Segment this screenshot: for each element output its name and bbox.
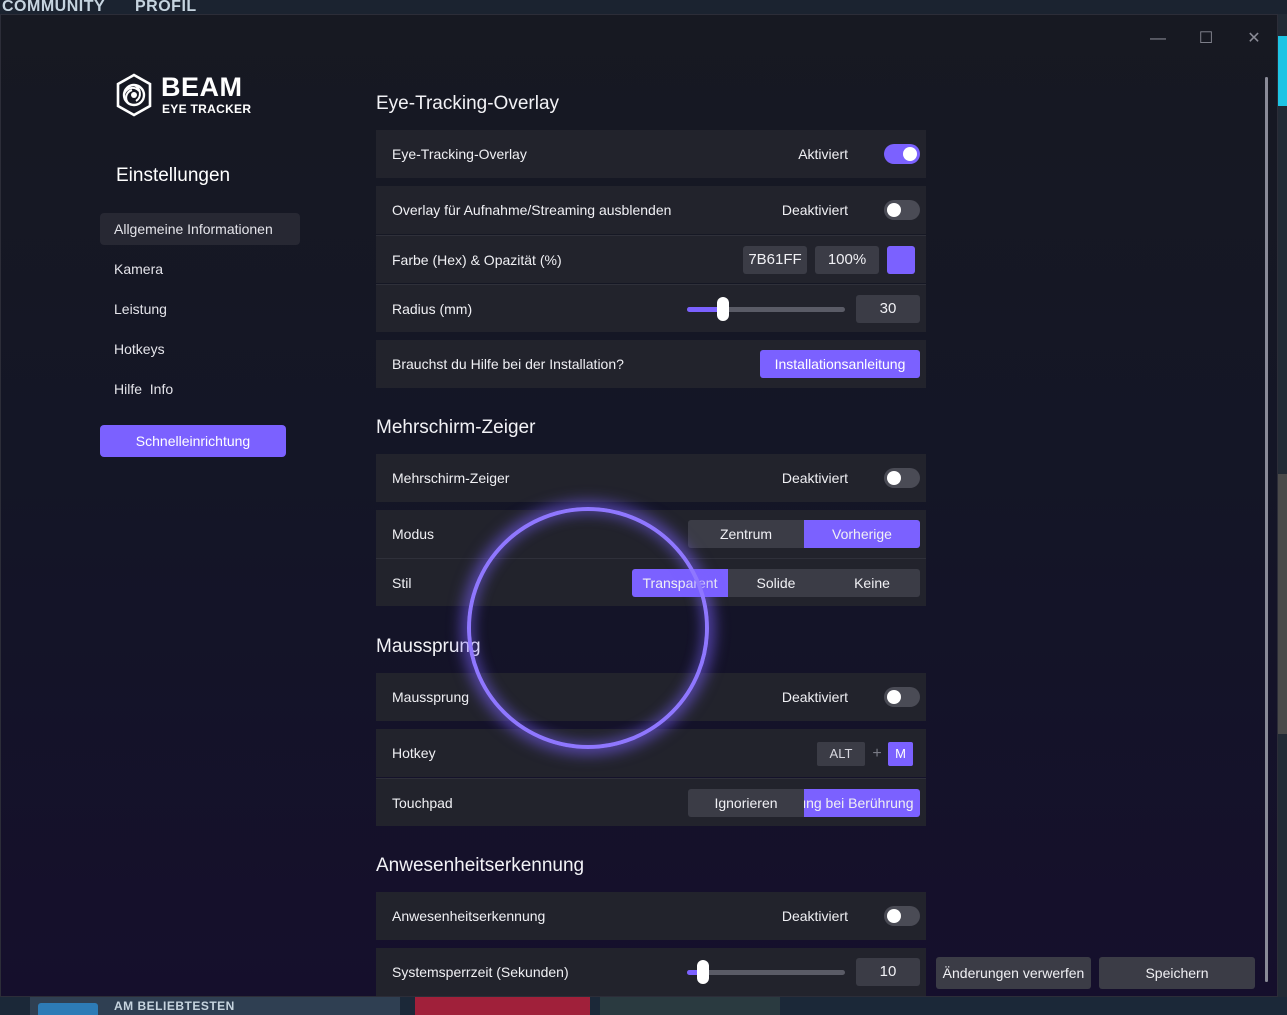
multiscreen-style-label: Stil <box>392 575 412 591</box>
overlay-toggle-switch[interactable] <box>884 144 920 164</box>
lock-time-input[interactable]: 10 <box>856 958 920 986</box>
radius-slider-thumb[interactable] <box>717 297 729 321</box>
quick-setup-button[interactable]: Schnelleinrichtung <box>100 425 286 457</box>
overlay-toggle-status: Aktiviert <box>798 146 848 162</box>
presence-lock-row: Systemsperrzeit (Sekunden) 10 <box>376 948 926 996</box>
style-option-solid[interactable]: Solide <box>728 569 824 597</box>
mousejump-touchpad-label: Touchpad <box>392 795 453 811</box>
touchpad-option-jump-on-touch[interactable]: Sprung bei Berührung <box>804 789 920 817</box>
presence-toggle-label: Anwesenheitserkennung <box>392 908 546 924</box>
lock-slider-track[interactable] <box>687 970 845 975</box>
color-hex-input[interactable]: 7B61FF <box>743 246 807 274</box>
opacity-input[interactable]: 100% <box>815 246 879 274</box>
overlay-color-row: Farbe (Hex) & Opazität (%) 7B61FF 100% <box>376 235 926 283</box>
bg-thumbnail[interactable] <box>600 997 780 1015</box>
mousejump-toggle-row: Maussprung Deaktiviert <box>376 673 926 721</box>
color-swatch[interactable] <box>887 246 915 274</box>
overlay-hide-label: Overlay für Aufnahme/Streaming ausblende… <box>392 202 672 218</box>
overlay-toggle-label: Eye-Tracking-Overlay <box>392 146 527 162</box>
mousejump-toggle-switch[interactable] <box>884 687 920 707</box>
style-option-transparent[interactable]: Transparent <box>632 569 728 597</box>
overlay-help-label: Brauchst du Hilfe bei der Installation? <box>392 356 624 372</box>
overlay-hide-status: Deaktiviert <box>781 202 848 218</box>
settings-window: — ☐ ✕ BEAM EYE TRACKER Einstellungen All… <box>0 14 1278 997</box>
mousejump-hotkey-row: Hotkey ALT + M <box>376 729 926 777</box>
close-button[interactable]: ✕ <box>1244 29 1264 49</box>
overlay-hide-switch[interactable] <box>884 200 920 220</box>
mousejump-hotkey-label: Hotkey <box>392 745 436 761</box>
mousejump-toggle-label: Maussprung <box>392 689 470 705</box>
style-segmented-control: Transparent Solide Keine <box>632 569 920 597</box>
bg-thumbnail[interactable] <box>415 997 590 1015</box>
overlay-radius-row: Radius (mm) 30 <box>376 284 926 332</box>
logo-subtitle: EYE TRACKER <box>162 102 252 116</box>
hotkey-plus-sign: + <box>872 745 882 762</box>
sidebar-item-hotkeys[interactable]: Hotkeys <box>100 333 300 365</box>
hotkey-modifier-key[interactable]: ALT <box>817 742 865 766</box>
overlay-help-row: Brauchst du Hilfe bei der Installation? … <box>376 340 926 388</box>
section-title-multiscreen: Mehrschirm-Zeiger <box>376 417 536 438</box>
section-title-mousejump: Maussprung <box>376 636 481 657</box>
logo-title: BEAM <box>161 72 243 102</box>
sidebar-item-help-info[interactable]: Hilfe Info <box>100 373 300 405</box>
bg-blue-tab <box>38 1003 98 1015</box>
multiscreen-style-row: Stil Transparent Solide Keine <box>376 558 926 606</box>
sidebar-item-performance[interactable]: Leistung <box>100 293 300 325</box>
save-button[interactable]: Speichern <box>1099 957 1255 989</box>
multiscreen-mode-row: Modus Zentrum Vorherige <box>376 510 926 558</box>
style-option-none[interactable]: Keine <box>824 569 920 597</box>
bg-section-label: AM BELIEBTESTEN <box>114 999 235 1013</box>
mousejump-touchpad-row: Touchpad Ignorieren Sprung bei Berührung <box>376 778 926 826</box>
section-title-presence: Anwesenheitserkennung <box>376 855 585 876</box>
background-app-sidebar <box>1278 14 1287 1015</box>
multiscreen-toggle-status: Deaktiviert <box>781 470 848 486</box>
presence-lock-label: Systemsperrzeit (Sekunden) <box>392 964 569 980</box>
multiscreen-mode-label: Modus <box>392 526 435 542</box>
radius-input[interactable]: 30 <box>856 295 920 323</box>
app-logo: BEAM EYE TRACKER <box>115 72 255 121</box>
bg-image <box>1278 474 1287 734</box>
background-app-bottom: AM BELIEBTESTEN <box>0 997 1287 1015</box>
multiscreen-toggle-row: Mehrschirm-Zeiger Deaktiviert <box>376 454 926 502</box>
sidebar-title: Einstellungen <box>116 165 231 186</box>
multiscreen-toggle-label: Mehrschirm-Zeiger <box>392 470 510 486</box>
beam-logo-icon <box>116 73 152 117</box>
scrollbar-thumb[interactable] <box>1265 77 1268 982</box>
minimize-button[interactable]: — <box>1148 29 1168 49</box>
multiscreen-toggle-switch[interactable] <box>884 468 920 488</box>
overlay-radius-label: Radius (mm) <box>392 301 473 317</box>
bg-cyan-element <box>1278 36 1287 106</box>
sidebar-item-general[interactable]: Allgemeine Informationen <box>100 213 300 245</box>
overlay-hide-row: Overlay für Aufnahme/Streaming ausblende… <box>376 186 926 234</box>
touchpad-option-ignore[interactable]: Ignorieren <box>688 789 804 817</box>
hotkey-key[interactable]: M <box>888 742 913 766</box>
overlay-toggle-row: Eye-Tracking-Overlay Aktiviert <box>376 130 926 178</box>
presence-toggle-switch[interactable] <box>884 906 920 926</box>
install-guide-button[interactable]: Installationsanleitung <box>760 350 920 378</box>
touchpad-segmented-control: Ignorieren Sprung bei Berührung <box>688 789 920 817</box>
mousejump-toggle-status: Deaktiviert <box>781 689 848 705</box>
discard-changes-button[interactable]: Änderungen verwerfen <box>936 957 1091 989</box>
background-app-topbar: COMMUNITY PROFIL <box>0 0 1287 15</box>
presence-toggle-row: Anwesenheitserkennung Deaktiviert <box>376 892 926 940</box>
sidebar-item-camera[interactable]: Kamera <box>100 253 300 285</box>
presence-toggle-status: Deaktiviert <box>781 908 848 924</box>
section-title-overlay: Eye-Tracking-Overlay <box>376 93 560 114</box>
mode-option-center[interactable]: Zentrum <box>688 520 804 548</box>
mode-option-previous[interactable]: Vorherige <box>804 520 920 548</box>
overlay-color-label: Farbe (Hex) & Opazität (%) <box>392 252 562 268</box>
lock-slider-thumb[interactable] <box>697 960 709 984</box>
mode-segmented-control: Zentrum Vorherige <box>688 520 920 548</box>
maximize-button[interactable]: ☐ <box>1196 29 1216 49</box>
